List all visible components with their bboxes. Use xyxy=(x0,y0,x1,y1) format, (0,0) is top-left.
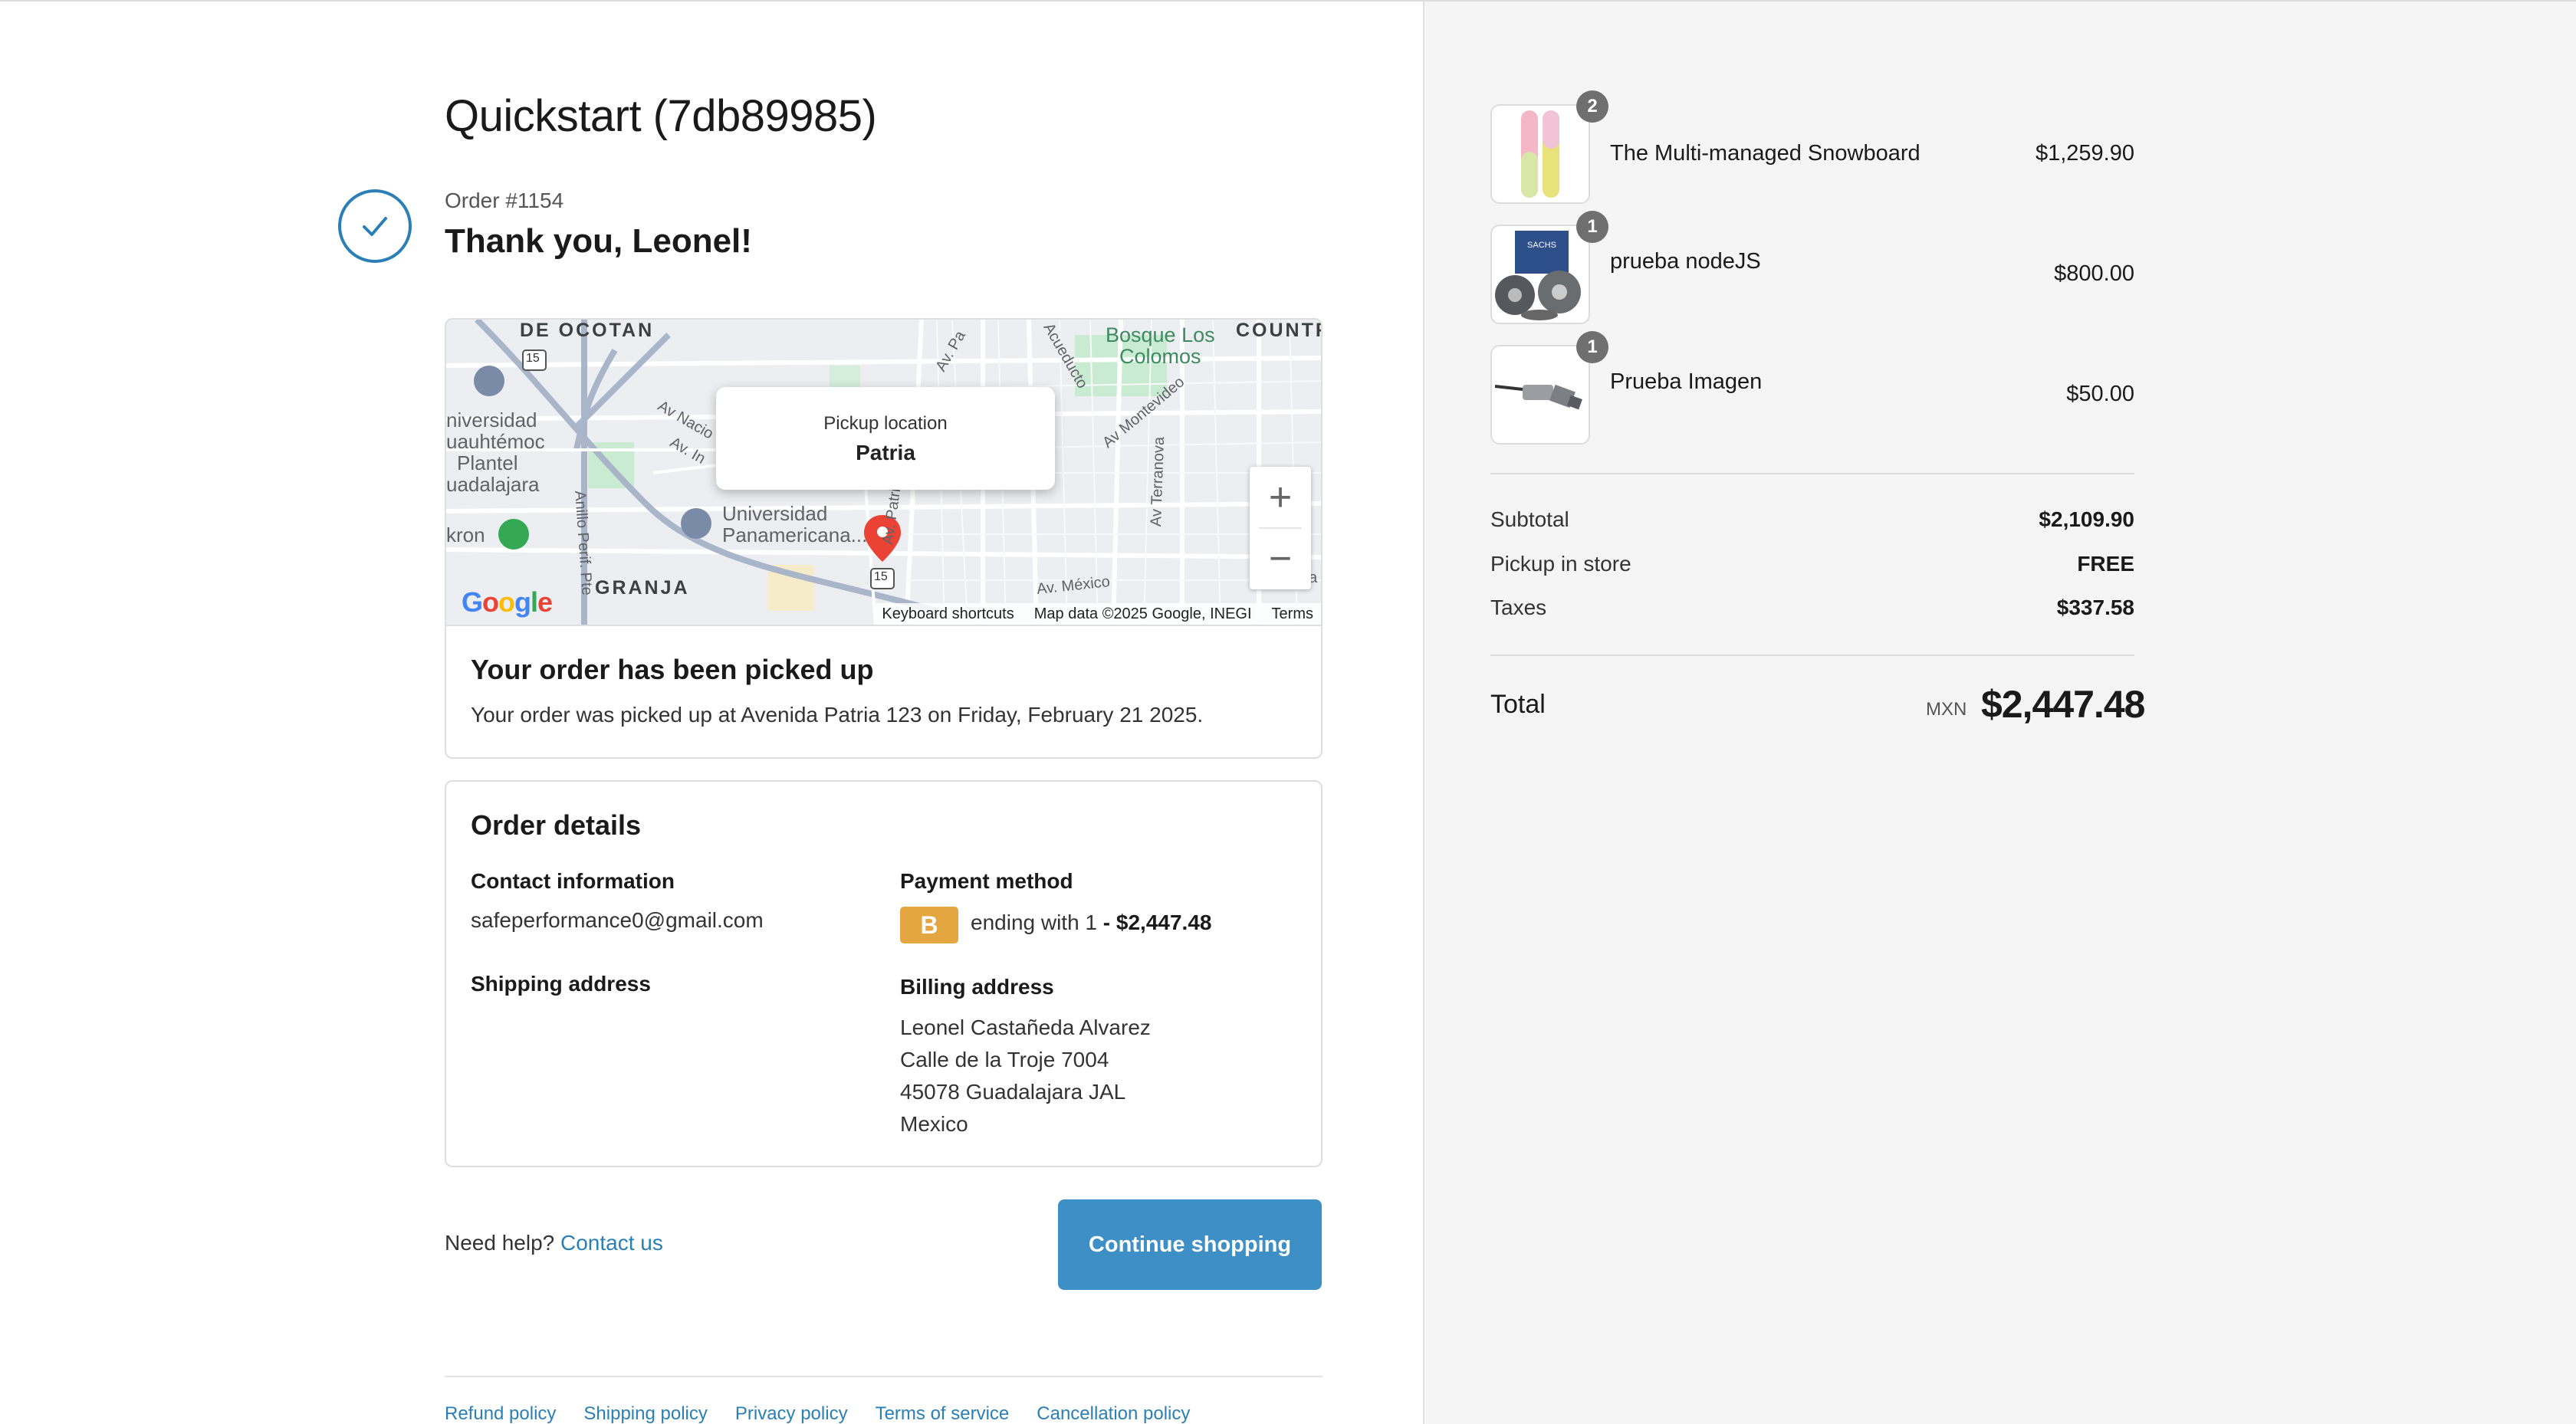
map-label-granja: GRANJA xyxy=(595,577,690,599)
clutch-kit-image: SACHS xyxy=(1490,225,1590,324)
popup-location-name: Patria xyxy=(856,441,915,464)
order-summary: 2 The Multi-managed Snowboard $1,259.90 … xyxy=(1423,2,2576,1424)
pickup-map[interactable]: DE OCOTAN COUNTR Bosque Los Colomos nive… xyxy=(446,320,1321,626)
summary-divider xyxy=(1490,655,2134,656)
payment-ending: ending with 1 xyxy=(971,911,1098,934)
map-label-universidad-2: uauhtémoc xyxy=(446,430,545,453)
billing-line: Mexico xyxy=(900,1112,968,1136)
item-name: Prueba Imagen xyxy=(1610,369,1763,394)
line-item: 2 The Multi-managed Snowboard $1,259.90 xyxy=(1490,90,2134,204)
total-value: $2,447.48 xyxy=(1981,683,2145,726)
map-label-universidad-1: niversidad xyxy=(446,408,537,431)
billing-heading: Billing address xyxy=(900,975,1054,999)
thank-you-heading: Thank you, Leonel! xyxy=(445,222,752,260)
payment-line: ending with 1 - $2,447.48 xyxy=(971,911,1211,935)
google-logo-letter: g xyxy=(514,586,531,618)
map-label-road-15b: 15 xyxy=(874,570,888,583)
google-logo-letter: G xyxy=(462,586,483,618)
subtotal-row: Subtotal $2,109.90 xyxy=(1490,507,2134,532)
popup-label: Pickup location xyxy=(823,413,948,434)
billing-address: Leonel Castañeda Alvarez Calle de la Tro… xyxy=(900,1012,1151,1140)
zoom-out-button[interactable]: − xyxy=(1250,528,1311,589)
line-item: 1 Prueba Imagen $50.00 xyxy=(1490,331,2134,445)
pickup-value: FREE xyxy=(2077,552,2134,576)
shop-title: Quickstart (7db89985) xyxy=(445,91,877,141)
google-logo-letter: e xyxy=(537,586,553,618)
taxes-value: $337.58 xyxy=(2056,596,2134,619)
policy-links: Refund policy Shipping policy Privacy po… xyxy=(445,1403,1190,1424)
google-logo-letter: o xyxy=(482,586,499,618)
help-text: Need help? Contact us xyxy=(445,1231,663,1255)
zoom-in-button[interactable]: + xyxy=(1250,467,1311,528)
pickup-status-text: Your order was picked up at Avenida Patr… xyxy=(471,703,1204,727)
quantity-badge: 1 xyxy=(1576,211,1608,243)
cancellation-policy-link[interactable]: Cancellation policy xyxy=(1037,1403,1190,1424)
map-label-de-ocotan: DE OCOTAN xyxy=(520,320,655,341)
quantity-badge: 1 xyxy=(1576,331,1608,363)
billing-line: Calle de la Troje 7004 xyxy=(900,1048,1109,1071)
item-price: $800.00 xyxy=(2054,261,2134,286)
taxes-row: Taxes $337.58 xyxy=(1490,596,2134,620)
billing-line: 45078 Guadalajara JAL xyxy=(900,1080,1126,1104)
shipping-heading: Shipping address xyxy=(471,972,651,996)
order-details-title: Order details xyxy=(471,809,642,841)
map-zoom-control: + − xyxy=(1250,467,1311,589)
payment-brand-icon: B xyxy=(900,907,958,943)
map-data-text: Map data ©2025 Google, INEGI xyxy=(1033,605,1252,622)
subtotal-value: $2,109.90 xyxy=(2039,507,2134,531)
terms-of-service-link[interactable]: Terms of service xyxy=(876,1403,1010,1424)
subtotal-label: Subtotal xyxy=(1490,507,1569,531)
google-logo[interactable]: Google xyxy=(462,586,553,618)
checkmark-icon xyxy=(338,189,412,263)
pickup-label: Pickup in store xyxy=(1490,552,1631,576)
main-column: Quickstart (7db89985) Order #1154 Thank … xyxy=(0,2,1423,1424)
summary-divider xyxy=(1490,473,2134,474)
quantity-badge: 2 xyxy=(1576,90,1608,123)
keyboard-shortcuts-link[interactable]: Keyboard shortcuts xyxy=(882,605,1014,623)
payment-heading: Payment method xyxy=(900,869,1073,893)
total-label: Total xyxy=(1490,690,1546,719)
item-price: $1,259.90 xyxy=(2035,141,2134,166)
map-label-colomos: Colomos xyxy=(1119,345,1201,368)
line-item: SACHS 1 prueba nodeJS $800.00 xyxy=(1490,211,2134,324)
pickup-row: Pickup in store FREE xyxy=(1490,552,2134,576)
map-terms-link[interactable]: Terms xyxy=(1272,605,1313,623)
privacy-policy-link[interactable]: Privacy policy xyxy=(735,1403,848,1424)
map-label-upan-1: Universidad xyxy=(722,502,828,525)
order-number: Order #1154 xyxy=(445,189,564,212)
map-label-road-15a: 15 xyxy=(526,352,540,365)
payment-amount: - $2,447.48 xyxy=(1102,911,1212,934)
pickup-location-popup: Pickup location Patria xyxy=(716,387,1055,490)
map-label-universidad-4: uadalajara xyxy=(446,473,540,496)
item-name: The Multi-managed Snowboard xyxy=(1610,141,1921,166)
item-name: prueba nodeJS xyxy=(1610,249,1761,274)
map-label-upan-2: Panamericana... xyxy=(722,523,868,546)
snowboard-image xyxy=(1490,104,1590,204)
map-label-bosque: Bosque Los xyxy=(1106,323,1215,346)
pickup-status-card: DE OCOTAN COUNTR Bosque Los Colomos nive… xyxy=(445,318,1322,759)
total-currency: MXN xyxy=(1926,699,1967,720)
refund-policy-link[interactable]: Refund policy xyxy=(445,1403,556,1424)
continue-shopping-button[interactable]: Continue shopping xyxy=(1058,1199,1322,1290)
order-details-card: Order details Contact information safepe… xyxy=(445,780,1322,1167)
pickup-status-title: Your order has been picked up xyxy=(471,654,874,685)
help-label: Need help? xyxy=(445,1231,555,1255)
map-label-terranova: Av Terranova xyxy=(1148,436,1168,527)
map-label-country: COUNTR xyxy=(1236,320,1321,341)
map-label-universidad-3: Plantel xyxy=(457,451,518,474)
billing-line: Leonel Castañeda Alvarez xyxy=(900,1016,1151,1039)
map-attribution: Keyboard shortcuts Map data ©2025 Google… xyxy=(874,603,1321,625)
map-label-akron: kron xyxy=(446,523,485,546)
shipping-policy-link[interactable]: Shipping policy xyxy=(583,1403,707,1424)
google-logo-letter: o xyxy=(498,586,515,618)
item-price: $50.00 xyxy=(2066,382,2134,406)
svg-text:SACHS: SACHS xyxy=(1527,241,1556,250)
google-logo-letter: l xyxy=(531,586,538,618)
contact-us-link[interactable]: Contact us xyxy=(560,1231,663,1255)
oxygen-sensor-image xyxy=(1490,345,1590,445)
taxes-label: Taxes xyxy=(1490,596,1547,619)
contact-email: safeperformance0@gmail.com xyxy=(471,908,764,932)
footer-divider xyxy=(445,1376,1322,1377)
contact-heading: Contact information xyxy=(471,869,675,893)
